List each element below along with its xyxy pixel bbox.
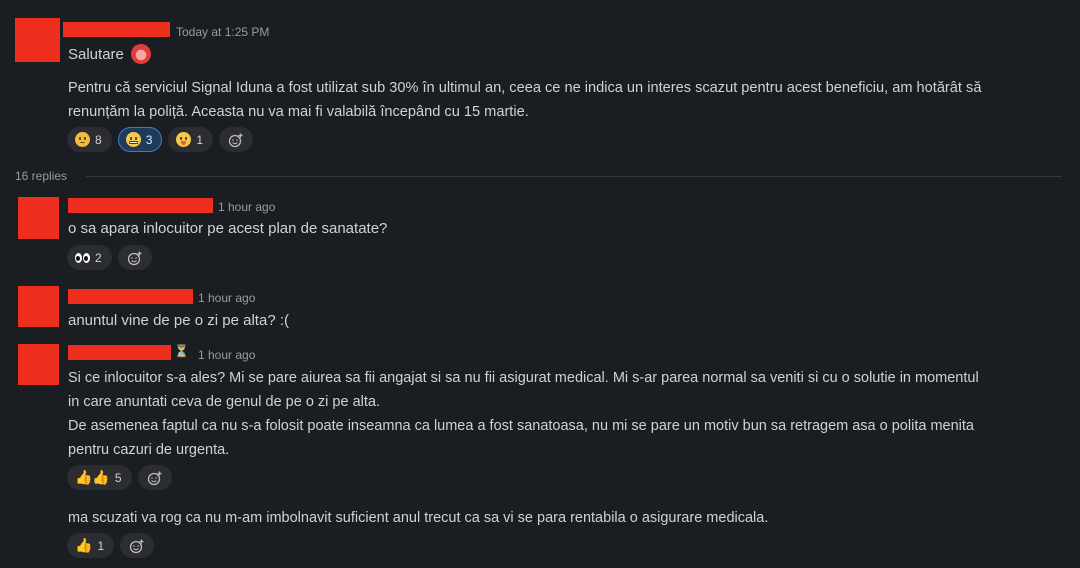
message-body-line2: renunțăm la poliță. Aceasta nu va mai fi… [68,104,529,120]
hourglass-icon: ⏳ [174,344,189,358]
reaction-count: 8 [95,132,102,147]
reply-text-line2: in care anuntati ceva de genul de pe o z… [68,394,380,410]
wave-emoji-icon [131,44,151,64]
add-reaction-icon [228,133,243,147]
reply-text-line3: De asemenea faptul ca nu s-a folosit poa… [68,418,974,434]
add-reaction-icon [129,539,144,553]
eyes-icon [75,252,90,263]
reply1-reactions: 2 [67,245,152,270]
reaction-count: 1 [196,132,204,147]
sad-face-icon [75,132,90,147]
avatar-reply3[interactable] [18,344,59,385]
add-reaction-button[interactable] [117,245,152,270]
message-timestamp[interactable]: Today at 1:25 PM [176,25,269,39]
author-name-redacted[interactable] [68,198,213,213]
author-name-redacted[interactable] [68,345,171,360]
followup-text: ma scuzati va rog ca nu m-am imbolnavit … [68,510,769,526]
reaction-eyes[interactable]: 2 [67,245,112,270]
avatar-main[interactable] [15,18,60,62]
reaction-tongue[interactable]: 1 [168,127,214,152]
avatar-reply1[interactable] [18,197,59,239]
thumbs-up-icon: 👍 [75,537,93,553]
reply-text: anuntul vine de pe o zi pe alta? :( [68,312,289,329]
add-reaction-button[interactable] [137,465,172,490]
add-reaction-button[interactable] [219,127,254,152]
reaction-count: 5 [114,470,122,485]
reaction-count: 3 [145,132,153,147]
followup-reactions: 👍 1 [67,533,155,558]
main-reactions: 8 3 1 [67,127,254,152]
thread-divider [86,176,1062,177]
add-reaction-icon [127,251,142,265]
reply-text-line1: Si ce inlocuitor s-a ales? Mi se pare ai… [68,370,979,386]
reply-timestamp[interactable]: 1 hour ago [218,200,275,214]
reply-text: o sa apara inlocuitor pe acest plan de s… [68,220,388,237]
add-reaction-button[interactable] [120,533,155,558]
author-name-redacted[interactable] [68,289,193,304]
greeting-text: Salutare [68,46,124,63]
thumbs-up-icon: 👍👍 [75,469,110,485]
add-reaction-icon [147,471,162,485]
author-name-redacted[interactable] [63,22,170,37]
reaction-thumbs-up[interactable]: 👍👍 5 [67,465,132,490]
replies-count-link[interactable]: 16 replies [15,169,67,183]
reaction-grimace[interactable]: 3 [117,127,163,152]
reply-text-line4: pentru cazuri de urgenta. [68,442,230,458]
message-body-line1: Pentru că serviciul Signal Iduna a fost … [68,80,982,96]
reply-timestamp[interactable]: 1 hour ago [198,291,255,305]
reaction-count: 1 [97,538,105,553]
reply3-reactions: 👍👍 5 [67,465,172,490]
reaction-count: 2 [95,250,102,265]
grimace-face-icon [125,132,141,147]
reaction-sad[interactable]: 8 [67,127,112,152]
reaction-thumbs-up[interactable]: 👍 1 [67,533,115,558]
tongue-face-icon [176,132,192,147]
reply-timestamp[interactable]: 1 hour ago [198,348,255,362]
avatar-reply2[interactable] [18,286,59,327]
